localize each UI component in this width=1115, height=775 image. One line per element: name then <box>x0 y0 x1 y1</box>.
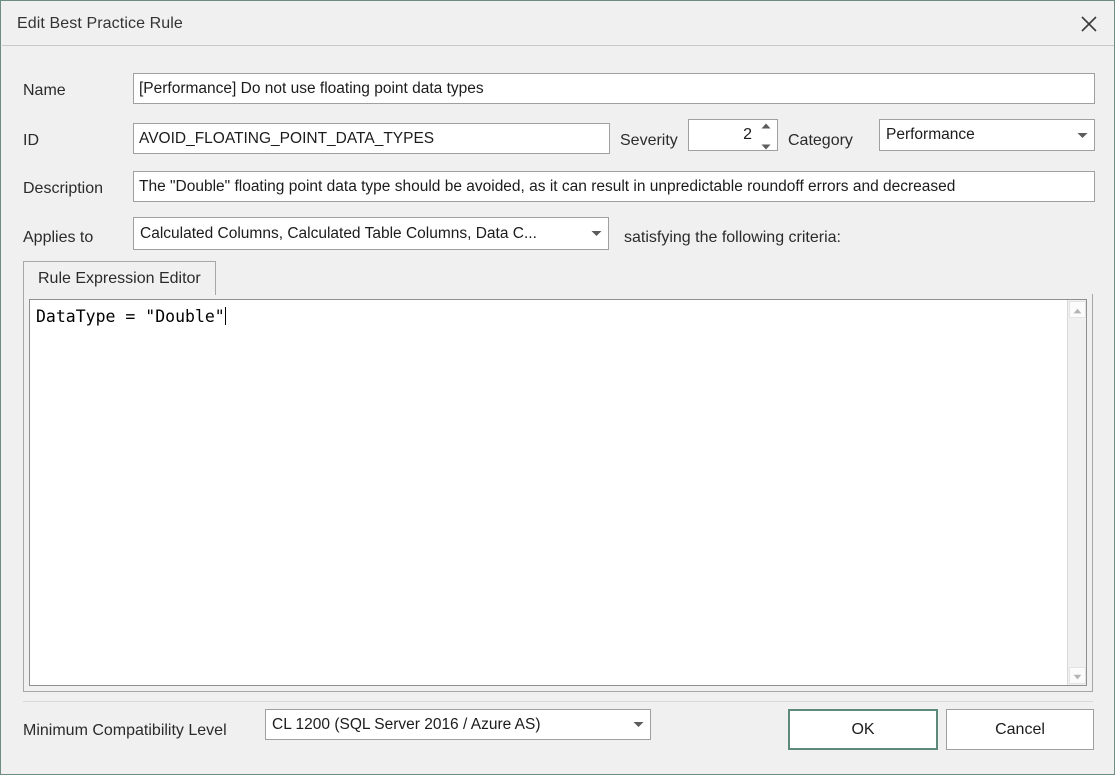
category-dropdown[interactable]: Performance <box>879 119 1095 151</box>
tab-rule-expression-editor[interactable]: Rule Expression Editor <box>23 261 216 295</box>
expression-code: DataType = "Double" <box>36 307 226 326</box>
min-compat-level-value: CL 1200 (SQL Server 2016 / Azure AS) <box>266 716 626 734</box>
scrollbar-down-button[interactable] <box>1069 667 1086 684</box>
id-label: ID <box>23 132 39 150</box>
cancel-button[interactable]: Cancel <box>946 709 1094 750</box>
chevron-down-icon[interactable] <box>584 230 608 237</box>
min-compat-level-label: Minimum Compatibility Level <box>23 722 227 740</box>
scroll-up-arrow-icon <box>1073 301 1082 319</box>
expression-code-text: DataType = "Double" <box>36 307 225 326</box>
spin-up-icon[interactable] <box>761 116 771 134</box>
category-value: Performance <box>880 126 1070 144</box>
applies-to-dropdown[interactable]: Calculated Columns, Calculated Table Col… <box>133 217 609 250</box>
spin-down-icon[interactable] <box>761 137 771 155</box>
applies-to-value: Calculated Columns, Calculated Table Col… <box>134 225 584 243</box>
applies-to-label: Applies to <box>23 229 93 247</box>
close-icon <box>1079 14 1099 34</box>
expression-textarea[interactable]: DataType = "Double" <box>29 299 1087 686</box>
scroll-down-arrow-icon <box>1073 667 1082 685</box>
id-input[interactable]: AVOID_FLOATING_POINT_DATA_TYPES <box>133 123 610 154</box>
severity-label: Severity <box>620 132 678 150</box>
severity-spin-buttons[interactable] <box>758 120 777 150</box>
description-input[interactable]: The "Double" floating point data type sh… <box>133 171 1095 202</box>
tab-label: Rule Expression Editor <box>38 270 201 288</box>
name-input-value: [Performance] Do not use floating point … <box>139 80 484 98</box>
cancel-button-label: Cancel <box>995 721 1045 739</box>
edit-best-practice-rule-dialog: Edit Best Practice Rule Name [Performanc… <box>0 0 1115 775</box>
rule-expression-editor-panel: DataType = "Double" <box>23 294 1093 692</box>
id-input-value: AVOID_FLOATING_POINT_DATA_TYPES <box>139 130 434 148</box>
name-input[interactable]: [Performance] Do not use floating point … <box>133 73 1095 104</box>
title-bar: Edit Best Practice Rule <box>2 2 1115 46</box>
criteria-suffix-label: satisfying the following criteria: <box>624 229 841 247</box>
category-label: Category <box>788 132 853 150</box>
text-caret <box>225 307 226 325</box>
chevron-down-icon[interactable] <box>1070 132 1094 139</box>
ok-button[interactable]: OK <box>788 709 938 750</box>
min-compat-level-dropdown[interactable]: CL 1200 (SQL Server 2016 / Azure AS) <box>265 709 651 740</box>
scrollbar-up-button[interactable] <box>1069 301 1086 318</box>
editor-tabstrip: Rule Expression Editor <box>23 261 1093 295</box>
name-label: Name <box>23 82 66 100</box>
window-title: Edit Best Practice Rule <box>17 15 183 33</box>
severity-value: 2 <box>689 126 758 144</box>
ok-button-label: OK <box>851 721 874 739</box>
footer-divider <box>23 701 1093 702</box>
chevron-down-icon[interactable] <box>626 721 650 728</box>
close-button[interactable] <box>1063 2 1115 45</box>
severity-stepper[interactable]: 2 <box>688 119 778 151</box>
editor-vertical-scrollbar[interactable] <box>1067 300 1086 685</box>
description-input-value: The "Double" floating point data type sh… <box>139 178 955 196</box>
description-label: Description <box>23 180 103 198</box>
